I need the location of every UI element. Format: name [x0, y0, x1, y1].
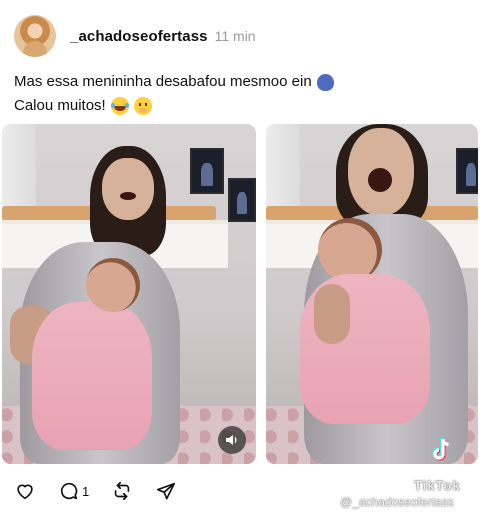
- wall-picture: [456, 148, 478, 194]
- tiktok-watermark: TikTok: [414, 478, 461, 493]
- caption-text-1: Mas essa menininha desabafou mesmoo ein: [14, 73, 312, 90]
- send-icon: [157, 482, 176, 500]
- comment-button[interactable]: 1: [58, 480, 89, 502]
- caption-line-2: Calou muitos!: [14, 94, 466, 118]
- heart-icon: [17, 484, 33, 500]
- sound-icon: [226, 435, 237, 445]
- share-button[interactable]: [155, 480, 177, 502]
- video-right-frame: [266, 124, 478, 464]
- caption-line-1: Mas essa menininha desabafou mesmoo ein: [14, 70, 466, 94]
- speaking-head-emoji: [316, 73, 334, 91]
- repost-icon: [114, 481, 130, 501]
- hushed-face-emoji: [133, 97, 152, 115]
- video-left-frame: [2, 124, 256, 464]
- rolling-laughing-emoji: [110, 97, 129, 115]
- comment-count: 1: [82, 483, 90, 499]
- video-left[interactable]: [2, 124, 256, 464]
- post-actions: 1: [14, 478, 199, 504]
- avatar[interactable]: [14, 15, 56, 57]
- wall-picture: [228, 178, 256, 222]
- username[interactable]: _achadoseofertass: [70, 28, 208, 45]
- tiktok-handle: @_achadoseofertass: [340, 495, 454, 509]
- like-button[interactable]: [14, 480, 36, 502]
- sound-button[interactable]: [218, 426, 246, 454]
- doll: [32, 302, 152, 450]
- video-right[interactable]: [266, 124, 478, 464]
- tiktok-icon: [432, 438, 449, 461]
- repost-button[interactable]: [111, 480, 133, 502]
- post-time: 11 min: [214, 28, 256, 44]
- comment-icon: [60, 482, 78, 500]
- post-caption: Mas essa menininha desabafou mesmoo ein …: [14, 70, 466, 118]
- wall-picture: [190, 148, 224, 194]
- post-header: _achadoseofertass 11 min: [14, 14, 466, 58]
- caption-text-2: Calou muitos!: [14, 97, 106, 114]
